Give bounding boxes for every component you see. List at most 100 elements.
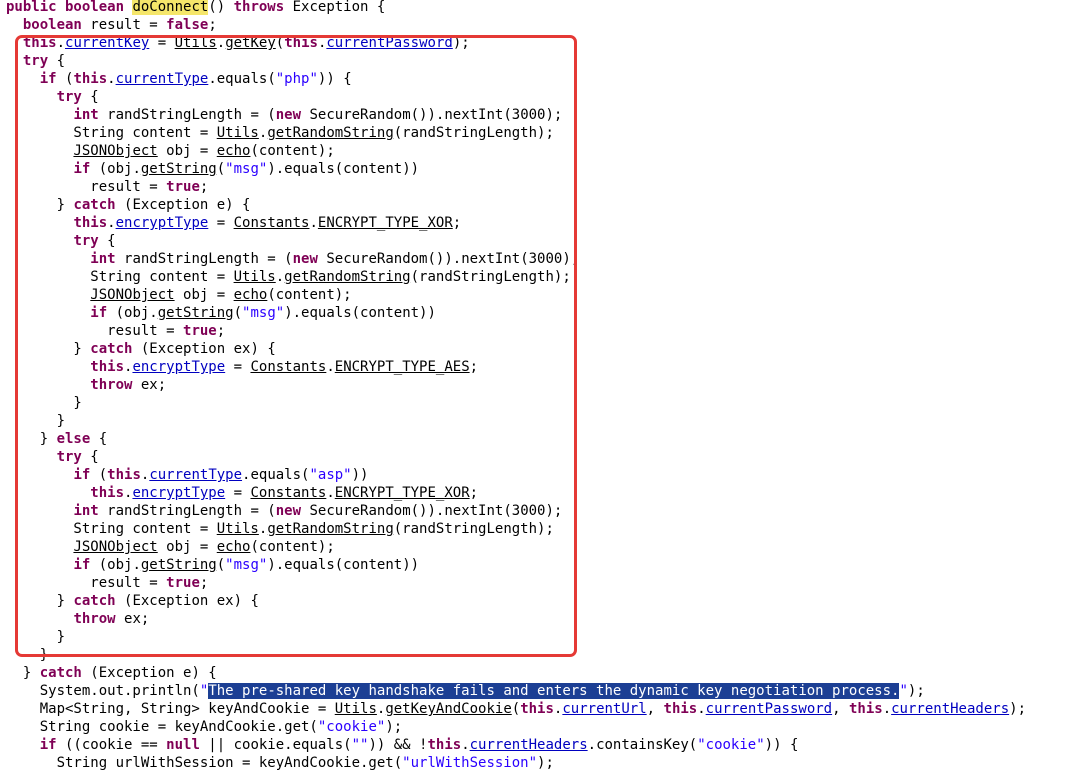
code-line: if (this.currentType.equals("asp")) (6, 466, 368, 484)
code-token: boolean (22, 17, 82, 33)
code-token: (content); (250, 539, 335, 555)
code-line: } catch (Exception e) { (6, 664, 217, 682)
code-token: encryptType (115, 215, 209, 231)
code-token: (content); (250, 143, 335, 159)
code-token: .containsKey( (587, 737, 698, 753)
code-token: (randStringLength); (393, 125, 554, 141)
code-line: String content = Utils.getRandomString(r… (6, 268, 570, 286)
code-line: } (6, 412, 65, 430)
code-token: if (73, 161, 91, 177)
code-token: . (882, 701, 892, 717)
code-token: } (6, 395, 82, 411)
code-token: result = (6, 575, 167, 591)
code-token: if (39, 71, 57, 87)
code-line: int randStringLength = (new SecureRandom… (6, 502, 562, 520)
code-line: this.encryptType = Constants.ENCRYPT_TYP… (6, 358, 478, 376)
code-token: String content = (6, 269, 234, 285)
code-token: Constants (250, 359, 327, 375)
code-token: throw (90, 377, 133, 393)
code-token: int (73, 107, 99, 123)
code-token: getKey (225, 35, 276, 51)
code-token: (obj. (107, 305, 158, 321)
code-token: ; (216, 323, 226, 339)
code-line: try { (6, 52, 65, 70)
code-line: this.encryptType = Constants.ENCRYPT_TYP… (6, 484, 478, 502)
code-token: currentType (149, 467, 243, 483)
code-token: int (90, 251, 116, 267)
code-token: this (107, 467, 141, 483)
code-token: ( (56, 71, 74, 87)
code-line: int randStringLength = (new SecureRandom… (6, 106, 562, 124)
code-token: ENCRYPT_TYPE_AES (334, 359, 470, 375)
code-token: String content = (6, 521, 217, 537)
code-token: obj = (157, 539, 217, 555)
code-token: true (166, 179, 200, 195)
code-line: } catch (Exception ex) { (6, 340, 275, 358)
code-line: result = true; (6, 574, 208, 592)
code-token: )) && ! (368, 737, 428, 753)
code-token: else (56, 431, 91, 447)
code-token: result = (6, 323, 184, 339)
code-token: echo (233, 287, 268, 303)
code-token: if (73, 557, 91, 573)
code-token: "cookie" (317, 719, 386, 735)
code-token: , (646, 701, 664, 717)
code-line: String content = Utils.getRandomString(r… (6, 520, 553, 538)
code-token: SecureRandom()).nextInt(3000); (301, 107, 563, 123)
code-token: Constants (250, 485, 327, 501)
code-token: "msg" (242, 305, 285, 321)
code-token: obj = (174, 287, 234, 303)
code-token: this (284, 35, 318, 51)
code-token: Utils (216, 521, 259, 537)
code-line: try { (6, 88, 99, 106)
code-token: getRandomString (267, 521, 394, 537)
code-token: ((cookie == (56, 737, 167, 753)
code-token: new (275, 107, 302, 123)
code-token: )) (351, 467, 369, 483)
code-token: echo (216, 539, 251, 555)
code-line: String cookie = keyAndCookie.get("cookie… (6, 718, 402, 736)
code-token: if (73, 467, 91, 483)
code-token: , (832, 701, 849, 717)
code-token: "php" (275, 71, 318, 87)
code-token: ENCRYPT_TYPE_XOR (317, 215, 453, 231)
code-token: obj = (157, 143, 217, 159)
code-line: try { (6, 448, 99, 466)
code-token: . (216, 35, 226, 51)
code-token: true (166, 575, 200, 591)
code-token: doConnect (132, 0, 209, 15)
code-line: result = true; (6, 322, 225, 340)
code-token: ; (199, 179, 209, 195)
code-token: currentPassword (326, 35, 453, 51)
code-token: Utils (233, 269, 276, 285)
code-token: = (149, 35, 175, 51)
code-token: Map<String, String> keyAndCookie = (6, 701, 335, 717)
code-token: JSONObject (73, 143, 158, 159)
code-token: currentType (115, 71, 209, 87)
code-token: this (848, 701, 883, 717)
code-token: catch (73, 197, 116, 213)
code-token: Constants (233, 215, 310, 231)
code-token: . (697, 701, 706, 717)
code-token: ).equals(content)) (267, 557, 420, 573)
code-token: { (48, 53, 66, 69)
code-token: try (56, 449, 82, 465)
code-editor[interactable]: public boolean doConnect() throws Except… (0, 0, 1080, 771)
code-token: this (90, 359, 125, 375)
code-token: ENCRYPT_TYPE_XOR (334, 485, 470, 501)
code-token: Utils (174, 35, 217, 51)
code-token: getString (140, 161, 217, 177)
code-token: new (292, 251, 318, 267)
code-token: currentHeaders (891, 701, 1010, 717)
code-token: ); (452, 35, 470, 51)
code-token: "msg" (225, 161, 268, 177)
code-token: . (326, 485, 335, 501)
code-line: throw ex; (6, 610, 149, 628)
